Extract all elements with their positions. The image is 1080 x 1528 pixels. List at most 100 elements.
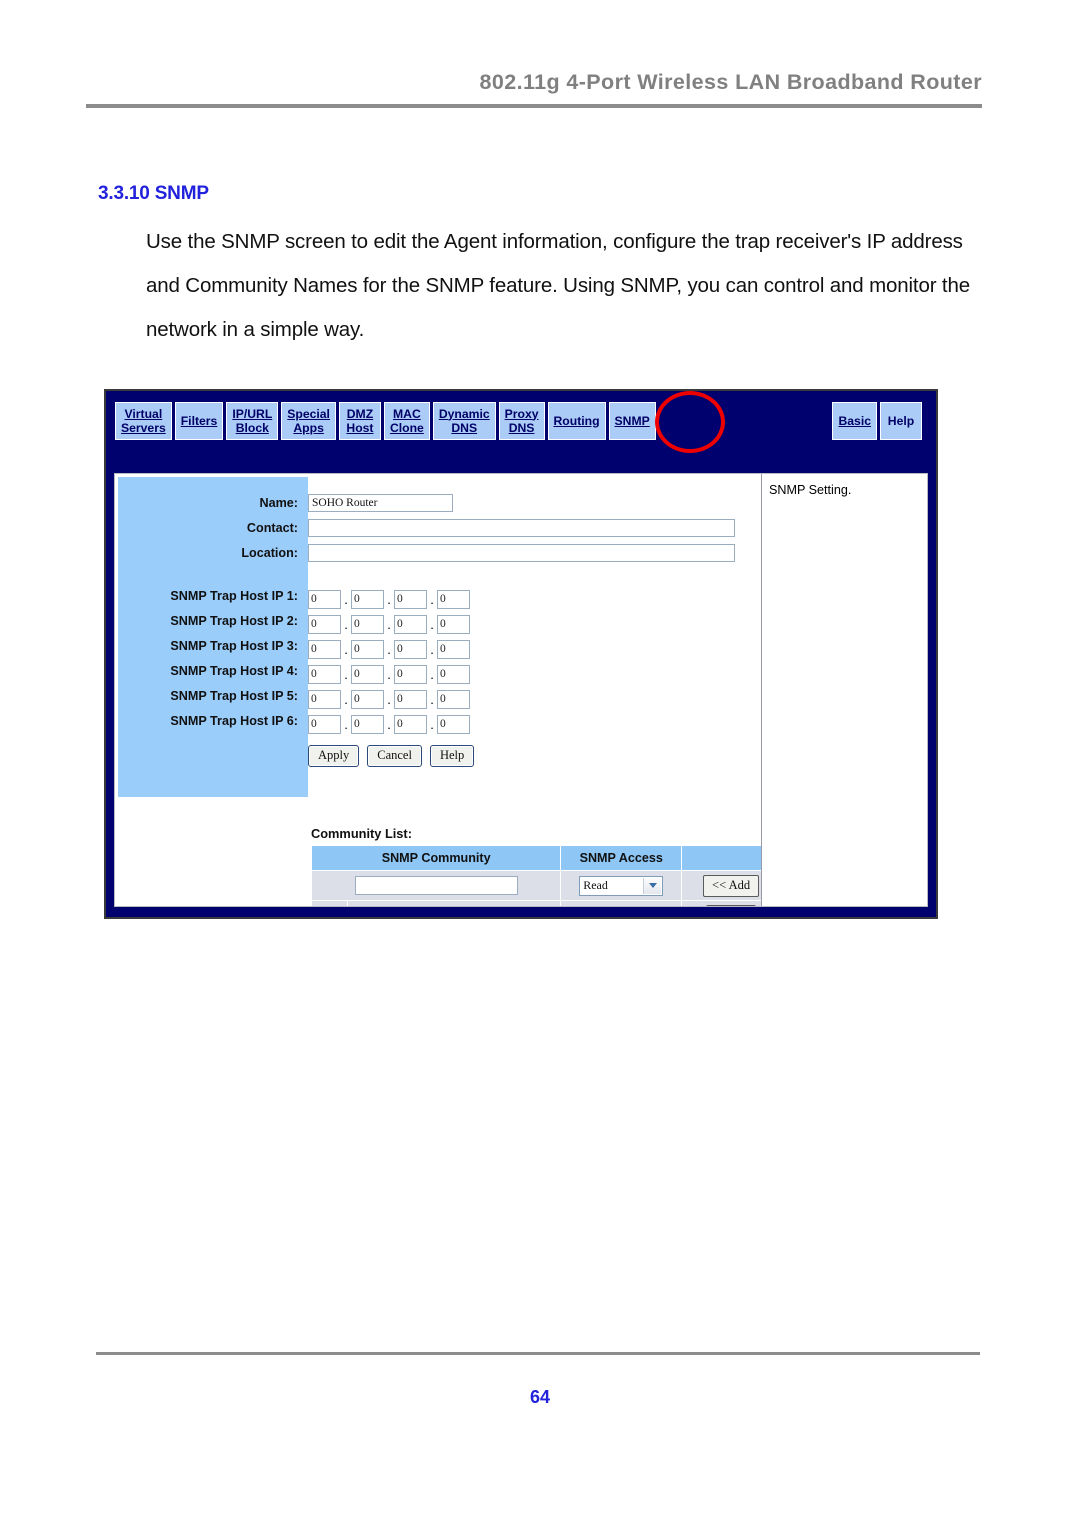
nav-tab-dmz-host[interactable]: DMZ Host [338, 402, 381, 440]
octet-separator: . [430, 666, 434, 682]
trap-host-4-octet-2[interactable] [351, 664, 384, 684]
octet-separator: . [344, 716, 348, 732]
trap-host-1-octet-2[interactable] [351, 589, 384, 609]
trap-host-4-octet-1[interactable] [308, 664, 341, 684]
page-title: 3.3.10 SNMP [98, 183, 209, 204]
trap-host-6-octet-2[interactable] [351, 714, 384, 734]
trap-host-6-label: SNMP Trap Host IP 6: [170, 713, 298, 728]
nav-tab-ip-url-block[interactable]: IP/URL Block [226, 402, 279, 440]
nav-tab-label-line2: DNS [508, 420, 535, 435]
name-input[interactable] [308, 493, 453, 512]
trap-host-4-octet-3[interactable] [394, 664, 427, 684]
trap-host-3-octet-1[interactable] [308, 639, 341, 659]
column-header-snmp-community: SNMP Community [310, 845, 562, 871]
trap-host-1-octets: . . . [308, 583, 470, 609]
location-input[interactable] [308, 543, 735, 562]
delete-community-button[interactable]: Delete [705, 904, 757, 906]
trap-host-3-label: SNMP Trap Host IP 3: [170, 638, 298, 653]
trap-host-1-octet-1[interactable] [308, 589, 341, 609]
nav-tab-label-line1: IP/URL [232, 406, 273, 421]
router-content-inner: Name: Contact: Location: [114, 473, 928, 907]
contact-input[interactable] [308, 518, 735, 537]
snmp-access-selected-value: Read [583, 878, 608, 892]
contact-label: Contact: [246, 520, 298, 535]
nav-tab-special-apps[interactable]: Special Apps [281, 402, 336, 440]
trap-host-3-octet-3[interactable] [394, 639, 427, 659]
nav-tab-label-line1: DMZ [346, 406, 374, 421]
nav-tab-proxy-dns[interactable]: Proxy DNS [498, 402, 545, 440]
trap-host-2-octet-2[interactable] [351, 614, 384, 634]
octet-separator: . [387, 716, 391, 732]
add-community-button[interactable]: << Add [703, 874, 760, 897]
community-list-title: Community List: [311, 826, 412, 841]
nav-tab-label-line2: Clone [389, 420, 424, 435]
nav-tab-basic[interactable]: Basic [832, 402, 877, 440]
trap-host-4-octets: . . . [308, 658, 470, 684]
name-label: Name: [259, 495, 299, 510]
trap-host-2-octet-4[interactable] [437, 614, 470, 634]
trap-host-5-octet-3[interactable] [394, 689, 427, 709]
trap-host-2-octet-3[interactable] [394, 614, 427, 634]
nav-tab-label-line1: MAC [393, 406, 421, 421]
trap-host-2-octet-1[interactable] [308, 614, 341, 634]
community-list-table: SNMP Community SNMP Access Read << Add [310, 845, 761, 906]
form-row-contact: Contact: [115, 515, 761, 540]
router-nav-tabs-left: Virtual Servers Filters IP/URL Block Spe… [115, 402, 656, 440]
trap-host-3-octet-2[interactable] [351, 639, 384, 659]
new-community-input[interactable] [354, 876, 518, 895]
trap-host-6-octet-1[interactable] [308, 714, 341, 734]
octet-separator: . [344, 591, 348, 607]
trap-host-6-octet-3[interactable] [394, 714, 427, 734]
row-access-level: Read-Write [560, 900, 683, 906]
nav-tab-dynamic-dns[interactable]: Dynamic DNS [432, 402, 496, 440]
trap-host-5-octet-4[interactable] [437, 689, 470, 709]
form-row-trap-host-3: SNMP Trap Host IP 3: . . . [115, 633, 761, 659]
new-access-cell: Read [560, 870, 683, 901]
column-header-actions [681, 845, 761, 871]
annotation-ellipse-snmp-tab [655, 391, 725, 453]
trap-host-6-octet-4[interactable] [437, 714, 470, 734]
form-row-trap-host-4: SNMP Trap Host IP 4: . . . [115, 658, 761, 684]
trap-host-5-octet-1[interactable] [308, 689, 341, 709]
octet-separator: . [344, 666, 348, 682]
nav-tab-label-line1: SNMP [614, 413, 650, 428]
trap-host-1-octet-3[interactable] [394, 589, 427, 609]
nav-tab-mac-clone[interactable]: MAC Clone [383, 402, 430, 440]
help-button[interactable]: Help [429, 745, 475, 767]
apply-button[interactable]: Apply [308, 745, 360, 767]
snmp-access-select[interactable]: Read [579, 875, 664, 896]
table-row-new-community: Read << Add [310, 870, 761, 901]
octet-separator: . [430, 716, 434, 732]
nav-tab-label-line1: Virtual [124, 406, 163, 421]
trap-host-5-octet-2[interactable] [351, 689, 384, 709]
cancel-button[interactable]: Cancel [367, 745, 422, 767]
trap-host-1-octet-4[interactable] [437, 589, 470, 609]
nav-tab-snmp[interactable]: SNMP [608, 402, 656, 440]
form-row-name: Name: [115, 490, 761, 515]
community-list-section: Community List: SNMP Community SNMP Acce… [310, 826, 761, 906]
nav-tab-virtual-servers[interactable]: Virtual Servers [115, 402, 172, 440]
router-nav-bar: Virtual Servers Filters IP/URL Block Spe… [108, 391, 934, 467]
octet-separator: . [387, 691, 391, 707]
new-community-cell [310, 870, 562, 901]
nav-tab-label-line1: Basic [838, 413, 871, 428]
router-ui-frame: Virtual Servers Filters IP/URL Block Spe… [104, 389, 938, 919]
trap-host-4-octet-4[interactable] [437, 664, 470, 684]
octet-separator: . [387, 616, 391, 632]
nav-tab-help[interactable]: Help [880, 402, 922, 440]
nav-tab-label-line1: Proxy [504, 406, 539, 421]
trap-host-5-label: SNMP Trap Host IP 5: [170, 688, 298, 703]
section-body-text: Use the SNMP screen to edit the Agent in… [146, 220, 978, 352]
document-header: 802.11g 4-Port Wireless LAN Broadband Ro… [0, 70, 1080, 104]
trap-host-6-octets: . . . [308, 708, 470, 734]
nav-tab-routing[interactable]: Routing [547, 402, 606, 440]
octet-separator: . [430, 641, 434, 657]
trap-host-3-octet-4[interactable] [437, 639, 470, 659]
octet-separator: . [430, 616, 434, 632]
nav-tab-label-line1: Routing [553, 413, 600, 428]
octet-separator: . [344, 691, 348, 707]
nav-tab-filters[interactable]: Filters [174, 402, 224, 440]
header-divider [86, 104, 982, 108]
octet-separator: . [344, 641, 348, 657]
chevron-down-icon[interactable] [643, 877, 662, 894]
